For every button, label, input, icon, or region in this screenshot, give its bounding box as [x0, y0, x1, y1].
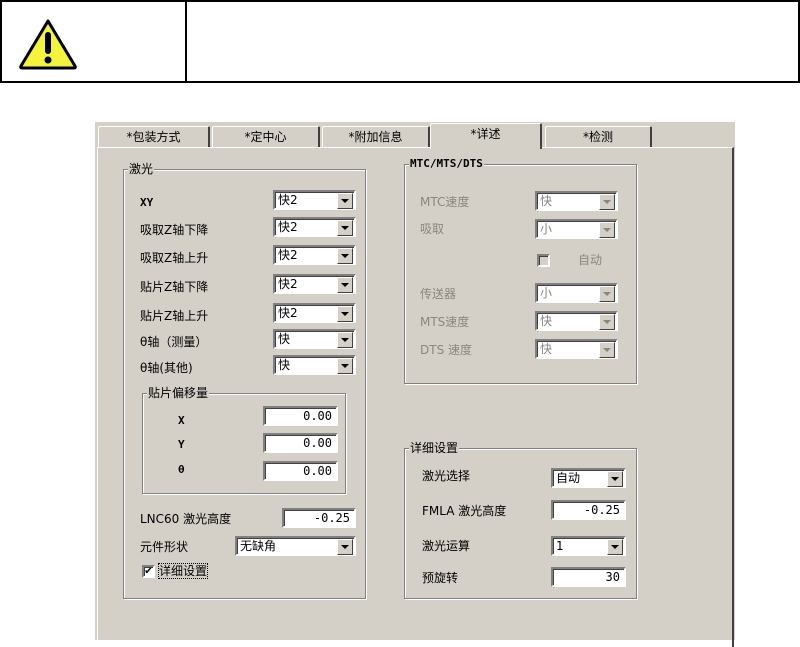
- laser-select[interactable]: 自动: [551, 468, 626, 488]
- offset-x-label: X: [178, 414, 185, 427]
- laser-speed-select[interactable]: 快2: [273, 245, 356, 265]
- lnc60-height-input[interactable]: -0.25: [282, 508, 356, 528]
- offset-theta-label: θ: [178, 463, 185, 476]
- laser-speed-select[interactable]: 快: [273, 355, 356, 375]
- laser-speed-value: 快2: [278, 248, 298, 262]
- chevron-down-icon[interactable]: [337, 277, 353, 293]
- chevron-down-icon[interactable]: [607, 539, 623, 555]
- laser-speed-select[interactable]: 快2: [273, 303, 356, 323]
- conveyor-label: 传送器: [420, 287, 457, 301]
- tab-details[interactable]: *详述: [430, 123, 542, 149]
- laser-speed-value: 快: [278, 358, 291, 372]
- tab-packaging[interactable]: *包装方式: [98, 126, 210, 148]
- chevron-down-icon: [599, 194, 615, 210]
- laser-calc-value: 1: [556, 539, 564, 553]
- laser-speed-select[interactable]: 快2: [273, 217, 356, 237]
- component-shape-value: 无缺角: [240, 539, 277, 553]
- fmla-height-input[interactable]: -0.25: [551, 500, 626, 520]
- tab-inspection[interactable]: *检测: [545, 126, 652, 148]
- laser-speed-select[interactable]: 快: [273, 329, 356, 349]
- tab-additional-info[interactable]: *附加信息: [322, 126, 430, 148]
- pickup-label: 吸取: [420, 222, 445, 236]
- mtc-speed-label: MTC速度: [420, 195, 470, 209]
- auto-checkbox: [537, 254, 550, 267]
- laser-speed-value: 快2: [278, 193, 298, 207]
- detail-group-title: 详细设置: [409, 441, 460, 455]
- pickup-value: 小: [540, 222, 553, 236]
- component-shape-select[interactable]: 无缺角: [235, 536, 356, 556]
- offset-x-input[interactable]: 0.00: [263, 406, 338, 426]
- offset-group-title: 贴片偏移量: [147, 386, 210, 400]
- offset-y-label: Y: [178, 438, 185, 451]
- laser-row-label: 吸取Z轴下降: [140, 223, 209, 237]
- chevron-down-icon: [599, 222, 615, 238]
- tab-centering[interactable]: *定中心: [212, 126, 320, 148]
- detail-settings-checkbox[interactable]: ✔: [142, 565, 155, 578]
- chevron-down-icon[interactable]: [337, 539, 353, 555]
- mts-speed-label: MTS速度: [420, 315, 470, 329]
- chevron-down-icon[interactable]: [337, 248, 353, 264]
- laser-speed-value: 快2: [278, 277, 298, 291]
- laser-calc-select[interactable]: 1: [551, 536, 626, 556]
- laser-row-label: θ轴（测量）: [140, 335, 208, 349]
- warning-icon: [19, 19, 77, 70]
- laser-speed-value: 快: [278, 332, 291, 346]
- pickup-select: 小: [535, 219, 618, 239]
- chevron-down-icon[interactable]: [337, 220, 353, 236]
- laser-speed-select[interactable]: 快2: [273, 274, 356, 294]
- offset-theta-input[interactable]: 0.00: [263, 461, 338, 481]
- dts-speed-label: DTS 速度: [420, 343, 473, 357]
- laser-speed-value: 快2: [278, 220, 298, 234]
- chevron-down-icon[interactable]: [337, 332, 353, 348]
- laser-speed-value: 快2: [278, 306, 298, 320]
- chevron-down-icon[interactable]: [337, 358, 353, 374]
- warning-box: [0, 0, 800, 83]
- detail-settings-check-label[interactable]: 详细设置: [157, 563, 209, 579]
- mtc-speed-select: 快: [535, 191, 618, 211]
- mts-speed-select: 快: [535, 311, 618, 331]
- chevron-down-icon[interactable]: [337, 193, 353, 209]
- chevron-down-icon: [599, 342, 615, 358]
- laser-row-label: 吸取Z轴上升: [140, 251, 209, 265]
- fmla-height-label: FMLA 激光高度: [422, 504, 507, 518]
- mtc-group-title: MTC/MTS/DTS: [409, 157, 484, 171]
- offset-y-input[interactable]: 0.00: [263, 433, 338, 453]
- mts-speed-value: 快: [540, 314, 553, 328]
- chevron-down-icon: [599, 286, 615, 302]
- chevron-down-icon[interactable]: [607, 471, 623, 487]
- laser-calc-label: 激光运算: [422, 539, 471, 553]
- mtc-speed-value: 快: [540, 194, 553, 208]
- laser-select-label: 激光选择: [422, 469, 471, 483]
- dts-speed-select: 快: [535, 339, 618, 359]
- lnc60-height-label: LNC60 激光高度: [140, 512, 232, 526]
- laser-select-value: 自动: [556, 471, 581, 485]
- chevron-down-icon: [599, 314, 615, 330]
- warning-divider: [185, 2, 187, 81]
- prerotate-input[interactable]: 30: [551, 567, 626, 587]
- component-shape-label: 元件形状: [140, 540, 189, 554]
- auto-label: 自动: [578, 253, 603, 267]
- conveyor-select: 小: [535, 283, 618, 303]
- laser-row-label: 贴片Z轴下降: [140, 280, 209, 294]
- dts-speed-value: 快: [540, 342, 553, 356]
- laser-speed-select[interactable]: 快2: [273, 190, 356, 210]
- chevron-down-icon[interactable]: [337, 306, 353, 322]
- laser-row-label: XY: [140, 196, 154, 209]
- prerotate-label: 预旋转: [422, 571, 459, 585]
- laser-group-title: 激光: [128, 162, 155, 176]
- settings-dialog: *包装方式 *定中心 *附加信息 *详述 *检测 激光 XY 快2 吸取Z轴下降 快2…: [95, 122, 735, 647]
- laser-row-label: θ轴(其他): [140, 361, 193, 375]
- conveyor-value: 小: [540, 286, 553, 300]
- laser-row-label: 贴片Z轴上升: [140, 309, 209, 323]
